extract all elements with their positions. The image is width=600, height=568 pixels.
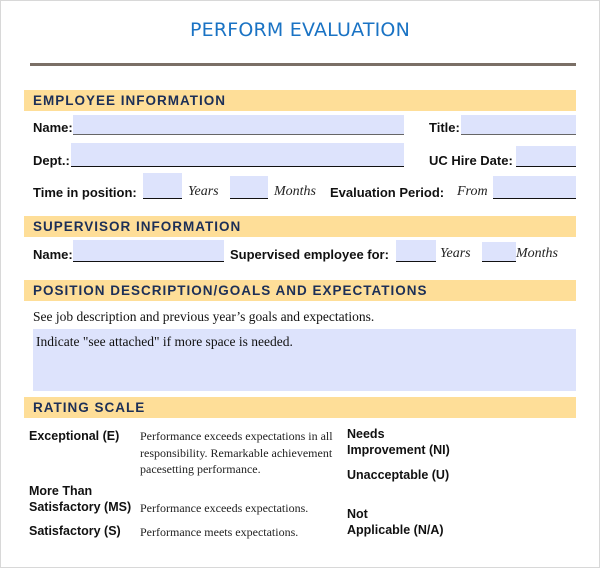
months-unit-label: Months <box>274 184 316 199</box>
page-title: PERFORM EVALUATION <box>189 19 410 41</box>
evaluation-period-from-field[interactable] <box>493 176 576 199</box>
rating-label-exceptional: Exceptional (E) <box>29 429 120 443</box>
rating-label-not-applicable-line2: Applicable (N/A) <box>347 523 444 537</box>
position-instruction-text: See job description and previous year’s … <box>33 309 375 324</box>
section-title: EMPLOYEE INFORMATION <box>33 93 227 108</box>
title-divider <box>30 63 576 66</box>
rating-label-needs-improvement-line1: Needs <box>347 427 385 441</box>
supervised-months-field[interactable] <box>482 242 516 262</box>
employee-title-label: Title: <box>429 120 460 135</box>
time-in-position-label: Time in position: <box>33 185 137 200</box>
employee-name-field[interactable] <box>73 115 404 135</box>
section-title: RATING SCALE <box>33 400 146 415</box>
section-header-employee: EMPLOYEE INFORMATION <box>24 90 576 111</box>
months-unit-label: Months <box>516 246 558 261</box>
rating-label-unacceptable: Unacceptable (U) <box>347 468 450 482</box>
time-in-position-years-field[interactable] <box>143 173 182 199</box>
position-goals-textarea[interactable]: Indicate "see attached" if more space is… <box>33 329 576 391</box>
rating-description-exceptional: Performance exceeds expectations in all … <box>140 429 333 476</box>
section-title: SUPERVISOR INFORMATION <box>33 219 242 234</box>
rating-label-not-applicable-line1: Not <box>347 507 368 521</box>
section-title: POSITION DESCRIPTION/GOALS AND EXPECTATI… <box>33 283 428 298</box>
section-header-supervisor: SUPERVISOR INFORMATION <box>24 216 576 237</box>
employee-title-field[interactable] <box>461 115 576 135</box>
section-header-rating-scale: RATING SCALE <box>24 397 576 418</box>
employee-name-label: Name: <box>33 120 73 135</box>
years-unit-label: Years <box>440 246 471 261</box>
evaluation-period-label: Evaluation Period: <box>330 185 445 200</box>
time-in-position-months-field[interactable] <box>230 176 268 199</box>
from-label: From <box>457 184 488 199</box>
department-field[interactable] <box>71 143 404 167</box>
rating-label-more-than-satisfactory-line1: More Than <box>29 484 93 498</box>
supervisor-name-field[interactable] <box>73 240 224 262</box>
rating-label-satisfactory: Satisfactory (S) <box>29 524 121 538</box>
supervised-years-field[interactable] <box>396 240 436 262</box>
rating-label-more-than-satisfactory-line2: Satisfactory (MS) <box>29 500 132 514</box>
rating-description-satisfactory: Performance meets expectations. <box>140 525 299 539</box>
department-label: Dept.: <box>33 153 70 168</box>
hire-date-field[interactable] <box>516 146 576 167</box>
section-header-position: POSITION DESCRIPTION/GOALS AND EXPECTATI… <box>24 280 576 301</box>
supervised-employee-for-label: Supervised employee for: <box>230 247 389 262</box>
years-unit-label: Years <box>188 184 219 199</box>
rating-description-more-than-satisfactory: Performance exceeds expectations. <box>140 501 309 515</box>
rating-label-needs-improvement-line2: Improvement (NI) <box>347 443 450 457</box>
hire-date-label: UC Hire Date: <box>429 153 513 168</box>
supervisor-name-label: Name: <box>33 247 73 262</box>
